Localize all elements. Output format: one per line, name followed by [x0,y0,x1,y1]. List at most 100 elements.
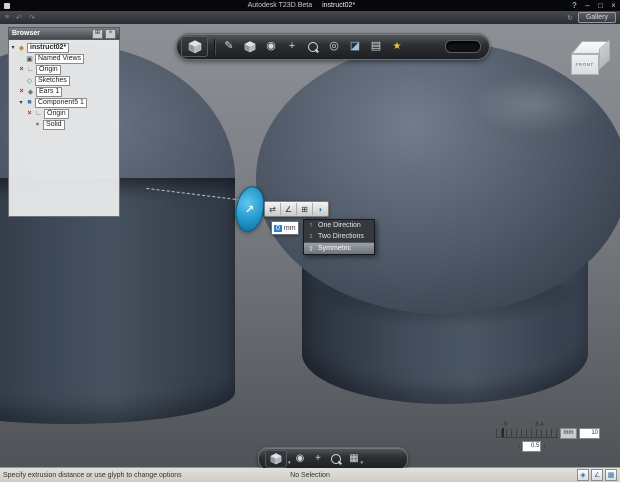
minimize-button[interactable]: – [581,0,594,11]
tree-item-document[interactable]: ▾ ◆ instruct02* [9,42,119,53]
tree-item-component-origin[interactable]: × ∟ Origin [9,108,119,119]
tree-item-sketches[interactable]: ◇ Sketches [9,75,119,86]
orbit-button[interactable]: ◉ [261,37,281,56]
app-title: Autodesk T23D Beta [247,2,313,9]
app-window: Autodesk T23D Beta instruct02* ? – □ × ≡… [0,0,620,482]
minor-step-box[interactable]: 0.5 [522,441,542,452]
magnifier-icon [308,41,318,52]
tree-item-ears[interactable]: × ◆ Ears 1 [9,86,119,97]
status-bar: Specify extrusion distance or use glyph … [0,467,620,482]
toolbar-divider [214,38,216,55]
look-at-button[interactable]: ◎ [324,37,344,56]
component-icon: ■ [27,99,32,106]
tree-item-component[interactable]: ▾ ■ Component5 1 [9,97,119,108]
symmetric-icon: ⇕ [308,245,314,253]
browser-options-button[interactable]: ⊞ [92,28,103,39]
home-view-button[interactable] [265,449,287,468]
marking-menu-button[interactable] [181,36,208,57]
pan-button[interactable]: + [310,450,327,467]
menu-item-two-directions[interactable]: ↕ Two Directions [304,231,374,242]
extrude-mini-toolbar: ⇄ ∠ ⊞ ◗ [264,201,329,217]
major-spacing-box[interactable]: 10 [579,428,600,439]
maximize-button[interactable]: □ [594,0,607,11]
orbit-button[interactable]: ◉ [292,450,309,467]
two-directions-icon: ↕ [309,233,313,240]
app-toolbar: ≡ ↶ ↷ ↻ Gallery [0,11,620,25]
twisty-icon[interactable]: ▾ [9,44,17,51]
redo-icon[interactable]: ↷ [29,14,35,22]
step-up-button[interactable]: › [543,443,545,451]
visibility-off-icon[interactable]: × [25,110,34,117]
primitives-button[interactable] [240,37,260,56]
extrude-arrow-icon: ↗ [245,203,255,216]
box-icon [244,40,256,52]
camera-icon: ▣ [26,55,33,63]
scale-ruler[interactable] [496,428,558,438]
tree-item-origin[interactable]: × ∟ Origin [9,64,119,75]
app-menu-icon[interactable]: ≡ [5,14,9,22]
status-hint-text: Specify extrusion distance or use glyph … [3,471,182,479]
titlebar: Autodesk T23D Beta instruct02* ? – □ × [0,0,620,11]
ruler-marker[interactable] [502,428,504,437]
grid-icon[interactable]: ▦ [605,469,617,481]
undo-icon[interactable]: ↶ [16,14,22,22]
feature-icon: ◆ [27,88,34,96]
sync-icon[interactable]: ↻ [567,14,573,22]
selection-filter-icon[interactable]: ◈ [577,469,589,481]
dropdown-caret-icon[interactable]: ▾ [361,460,364,466]
visibility-off-icon[interactable]: × [17,66,26,73]
visibility-off-icon[interactable]: × [17,88,26,95]
distance-unit: mm [283,224,296,232]
sketch-icon: ◇ [26,77,33,85]
view-cube-front-face[interactable]: FRONT [571,54,599,75]
section-view-button[interactable]: ◪ [345,37,365,56]
pan-button[interactable]: + [282,37,302,56]
distance-input[interactable]: 0 mm [271,221,299,235]
tree-item-named-views[interactable]: ▣ Named Views [9,53,119,64]
cube-icon [270,452,282,464]
pattern-button[interactable]: ▤ [366,37,386,56]
units-box[interactable]: mm [560,428,577,439]
grid-scale-widget: 0 6.4 mm 10 ‹ 0.5 › [496,420,616,452]
selection-status-text: No Selection [290,471,330,479]
magnifier-icon [331,453,342,464]
navigation-toolbar: ▾ ◉ + ▦ ▾ [258,447,408,468]
solid-icon: ● [35,121,40,128]
ruler-end-label: 6.4 [535,422,544,428]
3d-viewport[interactable]: Browser ⊞ × ▾ ◆ instruct02* ▣ Named View… [0,24,620,468]
main-toolbar: ✎ ◉ + ◎ ◪ ▤ ★ [176,33,490,60]
browser-panel-title: Browser [12,30,41,37]
favorites-star-button[interactable]: ★ [387,37,407,56]
extent-type-button[interactable]: ◗ [313,203,328,215]
window-title: Autodesk T23D Beta instruct02* [248,2,356,9]
close-button[interactable]: × [607,0,620,11]
taper-angle-button[interactable]: ∠ [281,203,297,215]
extent-dropdown-menu: ↑ One Direction ↕ Two Directions ⇕ Symme… [303,219,375,255]
ruler-start-label: 0 [504,422,508,428]
sketch-pencil-button[interactable]: ✎ [219,37,239,56]
browser-close-button[interactable]: × [105,28,116,39]
operation-button[interactable]: ⊞ [297,203,313,215]
origin-icon: ∟ [35,110,42,117]
origin-icon: ∟ [27,66,34,73]
app-icon [4,2,10,9]
tree-item-solid[interactable]: ● Solid [9,119,119,130]
distance-value: 0 [274,224,282,232]
twisty-icon[interactable]: ▾ [17,99,25,106]
zoom-button[interactable] [303,37,323,56]
flip-direction-button[interactable]: ⇄ [265,203,281,215]
view-cube[interactable]: FRONT [562,38,612,86]
zoom-button[interactable] [328,450,345,467]
step-down-button[interactable]: ‹ [518,443,520,451]
dropdown-caret-icon[interactable]: ▾ [288,460,291,466]
help-icon[interactable]: ? [568,0,581,11]
assembly-icon: ◆ [18,44,25,52]
toolbar-grip-handle[interactable] [445,40,481,53]
browser-panel: Browser ⊞ × ▾ ◆ instruct02* ▣ Named View… [8,27,120,217]
gallery-button[interactable]: Gallery [577,12,616,23]
cube-icon [188,39,201,53]
document-title: instruct02* [322,2,356,9]
menu-item-one-direction[interactable]: ↑ One Direction [304,220,374,231]
snap-icon[interactable]: ∠ [591,469,603,481]
menu-item-symmetric[interactable]: ⇕ Symmetric [304,242,374,254]
